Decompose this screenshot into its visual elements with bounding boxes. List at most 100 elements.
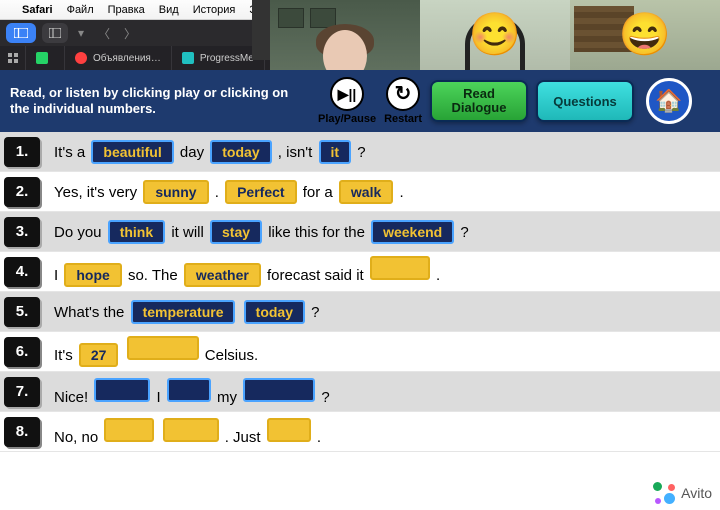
tab-grid-button[interactable] [0, 46, 26, 70]
restart-button[interactable]: ↻ Restart [384, 77, 422, 125]
fill-blank[interactable]: sunny [143, 180, 208, 204]
video-tile-collapsed[interactable] [252, 0, 270, 60]
exercise-controls-bar: Read, or listen by clicking play or clic… [0, 70, 720, 132]
fill-blank[interactable]: walk [339, 180, 393, 204]
smile-emoji-icon: 😊 [469, 11, 521, 60]
fill-blank[interactable]: temperature [131, 300, 236, 324]
forward-button[interactable]: 〉 [120, 25, 140, 42]
sentence-text: It's [54, 347, 77, 364]
fill-blank[interactable] [167, 378, 211, 402]
fill-blank[interactable]: weekend [371, 220, 454, 244]
chevron-down-icon[interactable]: ▾ [74, 26, 88, 40]
fill-blank[interactable] [94, 378, 150, 402]
row-number[interactable]: 4. [4, 257, 40, 287]
sentence-text: Nice! [54, 389, 92, 406]
instruction-text: Read, or listen by clicking play or clic… [0, 79, 310, 124]
exercise-row: 1. It's a beautiful day today , isn't it … [0, 132, 720, 172]
fill-blank[interactable]: think [108, 220, 165, 244]
fill-blank[interactable]: Perfect [225, 180, 296, 204]
fill-blank[interactable]: hope [64, 263, 121, 287]
sentence-text: like this for the [264, 224, 369, 241]
sentence-text: so. The [124, 267, 182, 284]
fill-blank[interactable]: weather [184, 263, 261, 287]
avito-text: Avito [681, 485, 712, 501]
menu-history[interactable]: История [193, 4, 236, 16]
tab-label: ProgressMe [200, 53, 254, 64]
sentence-text: . Just [221, 429, 265, 446]
read-dialogue-button[interactable]: Read Dialogue [430, 80, 528, 122]
fill-blank[interactable] [370, 256, 430, 280]
tab-whatsapp[interactable] [26, 46, 65, 70]
play-pause-label: Play/Pause [318, 113, 376, 125]
home-icon: 🏠 [655, 88, 682, 114]
fill-blank[interactable]: today [210, 140, 271, 164]
tab-overview-button[interactable] [42, 23, 68, 43]
restart-label: Restart [384, 113, 422, 125]
row-number[interactable]: 6. [4, 337, 40, 367]
questions-label: Questions [553, 94, 617, 109]
avito-logo-icon [653, 482, 675, 504]
fill-blank[interactable] [267, 418, 311, 442]
menubar-app-name[interactable]: Safari [22, 4, 53, 16]
avito-watermark: Avito [653, 482, 712, 504]
sentence-text [237, 304, 241, 321]
sentence-text [120, 347, 124, 364]
fill-blank[interactable] [243, 378, 315, 402]
exercise-row: 2. Yes, it's very sunny . Perfect for a w… [0, 172, 720, 212]
sentence-text: ? [456, 224, 469, 241]
sentence-text: ? [317, 389, 330, 406]
menu-view[interactable]: Вид [159, 4, 179, 16]
row-number[interactable]: 5. [4, 297, 40, 327]
fill-blank[interactable] [104, 418, 154, 442]
fill-blank[interactable]: stay [210, 220, 262, 244]
tab-progressme[interactable]: ProgressMe [172, 46, 265, 70]
sentence-text: I [152, 389, 165, 406]
fill-blank[interactable]: it [319, 140, 352, 164]
play-pause-icon: ▶|| [338, 86, 357, 103]
menu-edit[interactable]: Правка [108, 4, 145, 16]
sentence-text: Yes, it's very [54, 184, 141, 201]
tab-ads[interactable]: Объявления… [65, 46, 172, 70]
sidebar-toggle[interactable] [6, 23, 36, 43]
row-content: What's the temperature today ? [54, 300, 320, 324]
sentence-text [156, 429, 160, 446]
read-dialogue-label: Read Dialogue [442, 87, 516, 116]
fill-blank[interactable] [163, 418, 219, 442]
sentence-text: for a [299, 184, 337, 201]
row-content: It's a beautiful day today , isn't it ? [54, 140, 366, 164]
progressme-icon [182, 52, 194, 64]
back-button[interactable]: 〈 [94, 25, 114, 42]
sentence-text: . [432, 267, 440, 284]
exercise-row: 5. What's the temperature today ? [0, 292, 720, 332]
row-number[interactable]: 2. [4, 177, 40, 207]
sentence-text: . [313, 429, 321, 446]
sentence-text: . [395, 184, 403, 201]
fill-blank[interactable]: today [244, 300, 305, 324]
exercise-row: 8. No, no . Just . [0, 412, 720, 452]
row-content: No, no . Just . [54, 418, 321, 446]
row-content: I hope so. The weather forecast said it … [54, 256, 440, 287]
row-number[interactable]: 3. [4, 217, 40, 247]
sentence-text: I [54, 267, 62, 284]
sentence-text: it will [167, 224, 208, 241]
fill-blank[interactable]: beautiful [91, 140, 173, 164]
exercise-list: 1. It's a beautiful day today , isn't it … [0, 132, 720, 452]
sentence-text: , isn't [274, 144, 317, 161]
row-number[interactable]: 7. [4, 377, 40, 407]
sentence-text: Celsius. [201, 347, 259, 364]
row-number[interactable]: 1. [4, 137, 40, 167]
home-button[interactable]: 🏠 [646, 78, 692, 124]
fill-blank[interactable] [127, 336, 199, 360]
exercise-row: 3. Do you think it will stay like this fo… [0, 212, 720, 252]
play-pause-button[interactable]: ▶|| Play/Pause [318, 77, 376, 125]
sentence-text: my [213, 389, 241, 406]
fill-blank[interactable]: 27 [79, 343, 119, 367]
questions-button[interactable]: Questions [536, 80, 634, 122]
row-content: Nice! I my ? [54, 378, 330, 406]
sentence-text: ? [353, 144, 366, 161]
row-content: Yes, it's very sunny . Perfect for a wal… [54, 180, 404, 204]
sentence-text: day [176, 144, 209, 161]
menu-file[interactable]: Файл [67, 4, 94, 16]
row-content: Do you think it will stay like this for … [54, 220, 469, 244]
row-number[interactable]: 8. [4, 417, 40, 447]
